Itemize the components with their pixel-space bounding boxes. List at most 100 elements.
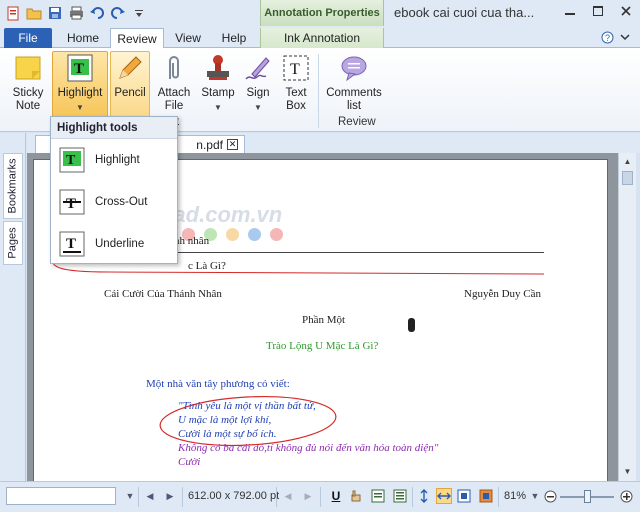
svg-text:T: T [66,236,76,252]
highlight-button[interactable]: T Highlight ▼ [52,51,108,117]
group-separator [318,54,319,128]
highlight-tool-icon: T [59,147,85,173]
maximize-icon[interactable] [584,0,612,22]
ribbon-options-icon[interactable] [618,30,632,44]
pencil-label: Pencil [114,87,146,99]
menu-item-cross-out[interactable]: T Cross-Out [51,181,177,223]
pages-tab-label: Pages [7,227,20,259]
divider [182,487,183,507]
fit-height-icon[interactable] [416,488,432,504]
part-title: Phần Một [302,314,346,326]
scroll-up-icon[interactable]: ▲ [619,153,636,169]
text-select-icon[interactable]: U [328,488,344,504]
divider [276,487,277,507]
close-window-icon[interactable] [612,0,640,22]
tab-view[interactable]: View [168,28,208,48]
highlight-label: Highlight [57,87,103,99]
divider [412,487,413,507]
tab-file[interactable]: File [4,28,52,48]
chevron-down-icon: ▼ [76,103,84,112]
hand-tool-icon[interactable] [348,488,364,504]
divider [138,487,139,507]
highlight-icon: T [64,52,96,84]
pages-tab[interactable]: Pages [3,221,23,265]
app-icon[interactable] [4,4,22,22]
bookmarks-tab[interactable]: Bookmarks [3,153,23,219]
scroll-down-icon[interactable]: ▼ [619,463,636,479]
text-box-label: Text Box [285,87,307,112]
chevron-down-icon[interactable]: ▼ [122,488,138,504]
vertical-scrollbar[interactable]: ▲ ▼ [618,153,636,481]
comments-list-button[interactable]: Comments list [326,52,382,118]
ink-ellipse-annotation[interactable] [154,392,344,450]
svg-text:T: T [290,61,300,78]
tab-help[interactable]: Help [212,28,256,48]
zoom-level: 81% [504,490,527,502]
prev-page-icon[interactable]: ◀ [142,488,158,504]
chevron-down-icon: ▼ [214,103,222,112]
forward-icon[interactable]: ▶ [300,488,316,504]
zoom-in-icon[interactable] [618,488,634,504]
tab-home[interactable]: Home [58,28,108,48]
side-panel: Bookmarks Pages [0,133,26,481]
svg-text:T: T [74,61,84,77]
zoom-dropdown-icon[interactable]: ▼ [527,488,543,504]
highlight-tools-menu: Highlight tools T Highlight T Cross-Out … [50,116,178,264]
minimize-icon[interactable] [556,0,584,22]
sign-button[interactable]: Sign ▼ [238,52,278,118]
sticky-note-button[interactable]: Sticky Note [8,52,48,118]
menu-item-highlight[interactable]: T Highlight [51,139,177,181]
full-screen-icon[interactable] [478,488,494,504]
comments-list-label: Comments list [326,87,382,112]
next-page-icon[interactable]: ▶ [162,488,178,504]
review-group-label: Review [338,116,376,128]
page-header-text-1: nh nhân [174,235,210,247]
pencil-icon [114,52,146,84]
mouse-cursor-icon [408,318,415,332]
menu-item-underline[interactable]: T Underline [51,223,177,265]
chevron-down-icon: ▼ [254,103,262,112]
ribbon-tabs: File Home Review View Help Ink Annotatio… [0,26,640,49]
tab-review[interactable]: Review [110,28,164,49]
fit-width-icon[interactable] [436,488,452,504]
menu-item-highlight-label: Highlight [95,154,140,166]
print-icon[interactable] [67,4,85,22]
single-page-icon[interactable] [370,488,386,504]
divider [498,487,499,507]
sticky-note-label: Sticky Note [12,87,44,112]
page-number-input[interactable] [6,487,116,505]
pencil-button[interactable]: Pencil [110,51,150,117]
tab-ink-annotation[interactable]: Ink Annotation [260,28,384,48]
customize-toolbar-icon[interactable] [130,4,148,22]
menu-item-underline-label: Underline [95,238,145,250]
text-box-button[interactable]: T Text Box [276,52,316,118]
window-title: ebook cai cuoi cua tha... [394,5,535,20]
actual-size-icon[interactable] [456,488,472,504]
chapter-title: Trào Lộng U Mặc Là Gì? [266,340,379,352]
title-bar: Annotation Properties ebook cai cuoi cua… [0,0,640,26]
quick-access-toolbar [4,4,148,22]
highlight-tools-header: Highlight tools [51,117,177,139]
zoom-out-icon[interactable] [542,488,558,504]
close-tab-icon[interactable]: ✕ [227,139,238,150]
stamp-label: Stamp [201,87,235,99]
scroll-thumb[interactable] [622,171,633,185]
redo-icon[interactable] [109,4,127,22]
stamp-button[interactable]: Stamp ▼ [198,52,238,118]
menu-item-cross-out-label: Cross-Out [95,196,148,208]
running-header-left: Cái Cười Của Thánh Nhân [104,288,222,300]
cross-out-icon: T [59,189,85,215]
save-icon[interactable] [46,4,64,22]
open-folder-icon[interactable] [25,4,43,22]
attach-file-label: Attach File [157,87,191,112]
attach-file-button[interactable]: Attach File [154,52,194,118]
help-circle-icon[interactable]: ? [600,30,614,44]
back-icon[interactable]: ◀ [280,488,296,504]
quote-line-5: Cười [178,456,201,468]
sign-label: Sign [246,87,270,99]
zoom-slider-thumb[interactable] [584,490,591,503]
document-tab-name: n.pdf [196,137,223,152]
undo-icon[interactable] [88,4,106,22]
continuous-page-icon[interactable] [392,488,408,504]
pen-sign-icon [242,52,274,84]
